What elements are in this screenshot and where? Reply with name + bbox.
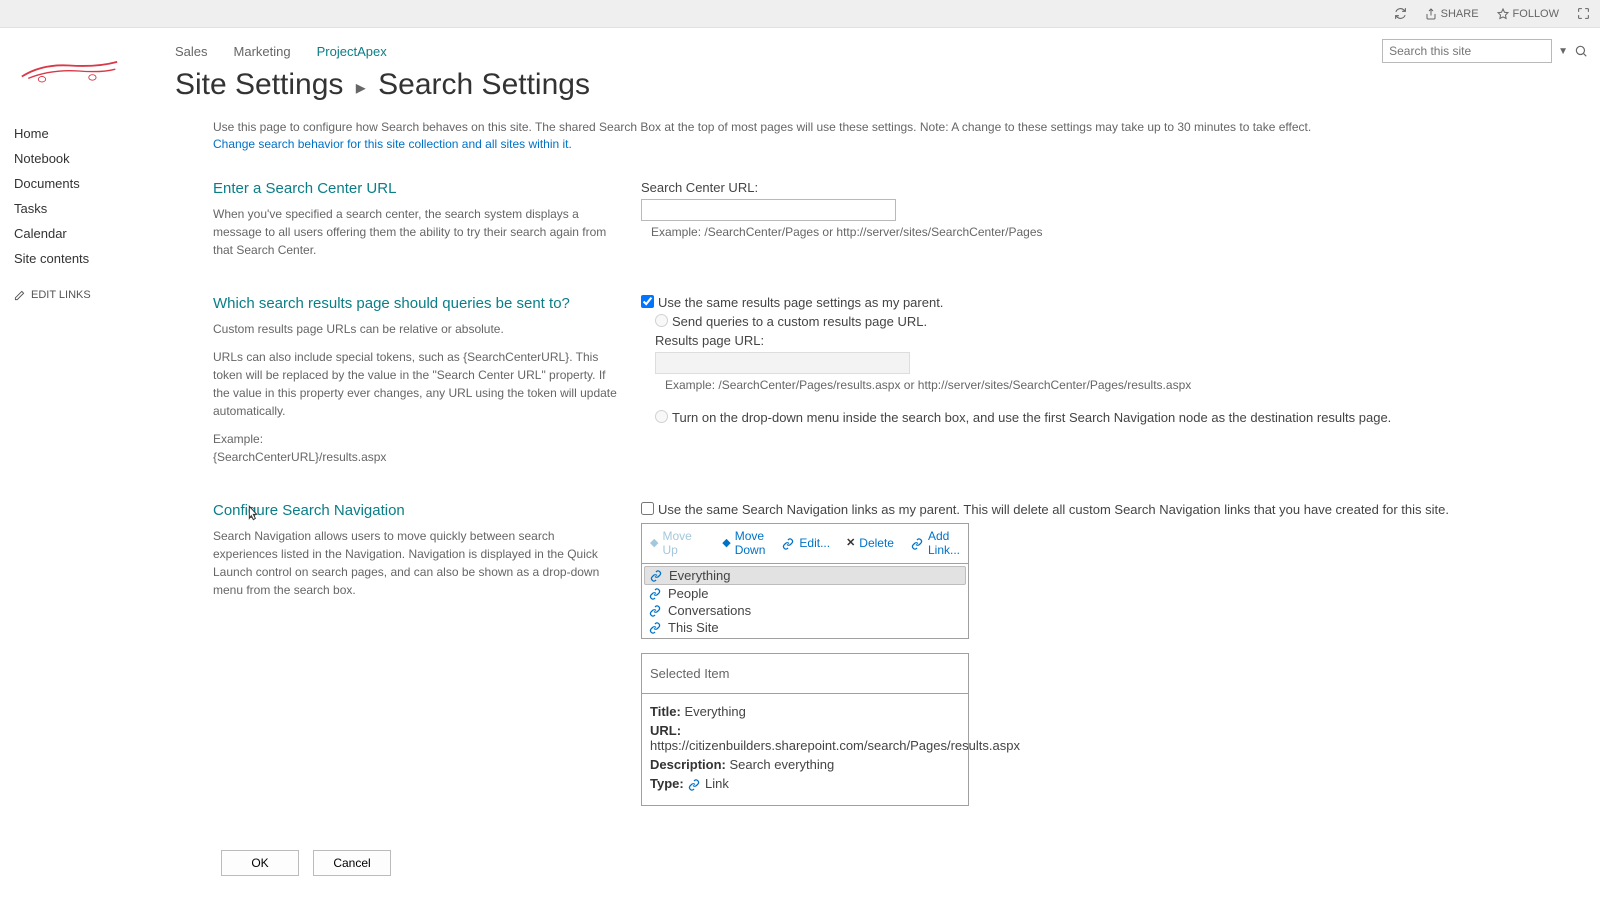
dropdown-radio-label: Turn on the drop-down menu inside the se…	[672, 410, 1391, 425]
nav-item-people[interactable]: People	[644, 585, 966, 602]
intro-link[interactable]: Change search behavior for this site col…	[213, 137, 572, 151]
nav-parent-checkbox[interactable]	[641, 502, 654, 515]
nav-item-conversations[interactable]: Conversations	[644, 602, 966, 619]
suite-bar: SHARE FOLLOW	[0, 0, 1600, 28]
chevron-right-icon: ▸	[356, 77, 366, 99]
custom-results-label: Send queries to a custom results page UR…	[672, 314, 927, 329]
link-icon	[687, 779, 701, 791]
follow-button[interactable]: FOLLOW	[1497, 8, 1559, 20]
share-label: SHARE	[1441, 8, 1479, 20]
search-center-url-label: Search Center URL:	[641, 180, 1588, 195]
nav-notebook[interactable]: Notebook	[14, 146, 167, 171]
nav-site-contents[interactable]: Site contents	[14, 246, 167, 271]
search-center-url-input[interactable]	[641, 199, 896, 221]
custom-results-radio[interactable]	[655, 314, 668, 327]
search-icon[interactable]	[1574, 44, 1588, 58]
edit-links-button[interactable]: EDIT LINKS	[14, 289, 167, 301]
quick-launch: Home Notebook Documents Tasks Calendar S…	[12, 93, 167, 301]
sync-icon-button[interactable]	[1394, 7, 1407, 20]
top-nav: Sales Marketing ProjectApex ▼	[175, 38, 1588, 64]
nav-item-this-site[interactable]: This Site	[644, 619, 966, 636]
breadcrumb: Site Settings ▸ Search Settings	[175, 68, 1588, 101]
section2-desc3: Example:{SearchCenterURL}/results.aspx	[213, 430, 621, 466]
section3-title: Configure Search Navigation	[213, 502, 621, 519]
link-icon	[781, 538, 795, 550]
ok-button[interactable]: OK	[221, 850, 299, 876]
dropdown-radio[interactable]	[655, 410, 668, 423]
section2-desc2: URLs can also include special tokens, su…	[213, 348, 621, 420]
intro-text: Use this page to configure how Search be…	[213, 120, 1311, 134]
topnav-projectapex[interactable]: ProjectApex	[317, 44, 387, 59]
nav-item-everything[interactable]: Everything	[644, 566, 966, 585]
diamond-icon: ◆	[650, 537, 658, 550]
nav-list: Everything People Conversations Thi	[641, 563, 969, 639]
move-up-button[interactable]: ◆Move Up	[642, 528, 714, 560]
diamond-icon: ◆	[722, 537, 730, 550]
section2-desc1: Custom results page URLs can be relative…	[213, 320, 621, 338]
results-url-input	[655, 352, 910, 374]
results-url-label: Results page URL:	[655, 333, 1588, 348]
share-button[interactable]: SHARE	[1425, 8, 1479, 20]
selected-item-body: Title: Everything URL:https://citizenbui…	[641, 694, 969, 806]
topnav-marketing[interactable]: Marketing	[234, 44, 291, 59]
section2-title: Which search results page should queries…	[213, 295, 621, 312]
search-center-url-example: Example: /SearchCenter/Pages or http://s…	[641, 225, 1588, 239]
edit-button[interactable]: Edit...	[773, 535, 838, 553]
use-parent-checkbox[interactable]	[641, 295, 654, 308]
site-logo[interactable]	[12, 38, 127, 93]
breadcrumb-parent[interactable]: Site Settings	[175, 68, 343, 101]
nav-tasks[interactable]: Tasks	[14, 196, 167, 221]
nav-home[interactable]: Home	[14, 121, 167, 146]
nav-calendar[interactable]: Calendar	[14, 221, 167, 246]
topnav-sales[interactable]: Sales	[175, 44, 208, 59]
nav-documents[interactable]: Documents	[14, 171, 167, 196]
link-icon	[648, 605, 662, 617]
cancel-button[interactable]: Cancel	[313, 850, 391, 876]
nav-toolbar: ◆Move Up ◆MoveDown Edit... ✕Delete AddLi…	[641, 523, 969, 564]
results-url-example: Example: /SearchCenter/Pages/results.asp…	[655, 378, 1588, 392]
delete-button[interactable]: ✕Delete	[838, 535, 902, 553]
move-down-button[interactable]: ◆MoveDown	[714, 528, 773, 558]
section3-desc: Search Navigation allows users to move q…	[213, 527, 621, 599]
link-icon	[649, 570, 663, 582]
add-link-button[interactable]: AddLink...	[902, 528, 968, 558]
focus-icon[interactable]	[1577, 7, 1590, 20]
x-icon: ✕	[846, 537, 855, 550]
site-search-input[interactable]	[1382, 39, 1552, 63]
link-icon	[648, 588, 662, 600]
link-icon	[910, 538, 924, 550]
use-parent-label: Use the same results page settings as my…	[658, 295, 943, 310]
section1-title: Enter a Search Center URL	[213, 180, 621, 197]
follow-label: FOLLOW	[1513, 8, 1559, 20]
selected-item-header: Selected Item	[641, 653, 969, 694]
section1-desc: When you've specified a search center, t…	[213, 205, 621, 259]
search-dropdown-icon[interactable]: ▼	[1558, 46, 1568, 57]
nav-parent-label: Use the same Search Navigation links as …	[658, 502, 1449, 517]
link-icon	[648, 622, 662, 634]
edit-links-label: EDIT LINKS	[31, 289, 91, 301]
page-title: Search Settings	[378, 68, 590, 101]
